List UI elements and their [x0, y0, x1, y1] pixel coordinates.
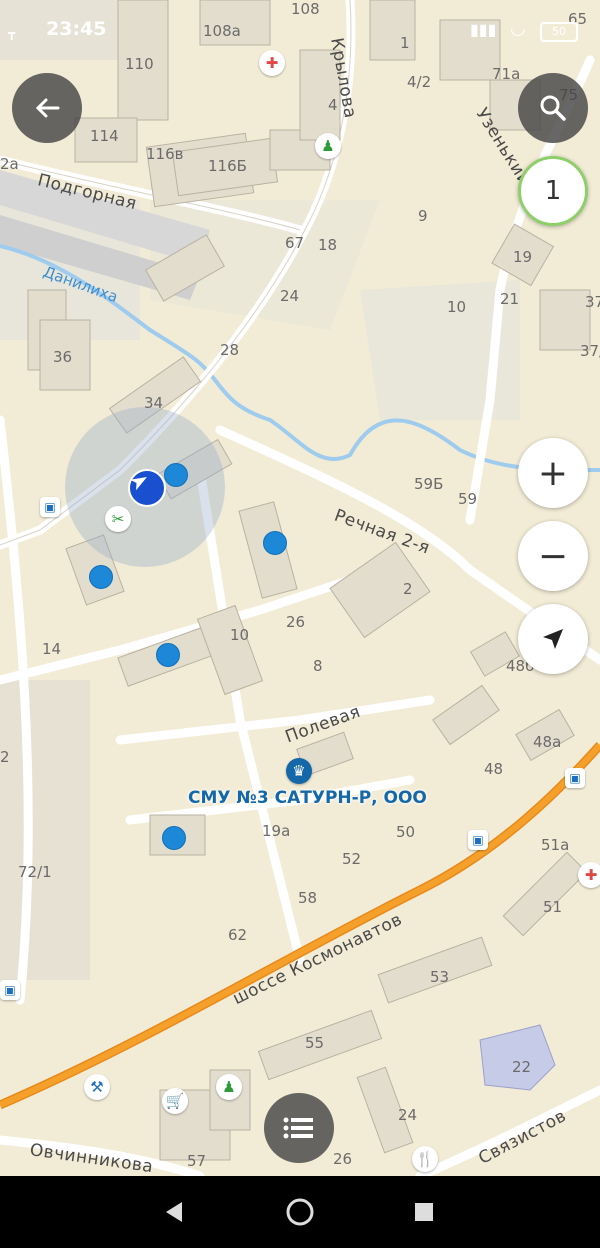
repair-poi-icon[interactable]: ⚒: [84, 1074, 110, 1100]
my-location-button[interactable]: [518, 604, 588, 674]
house-number: 28: [220, 341, 240, 359]
navigation-arrow-icon: [543, 629, 563, 649]
layer-count-badge[interactable]: 1: [518, 156, 588, 226]
search-result-marker[interactable]: [263, 531, 287, 555]
pharmacy-poi-icon[interactable]: ♟: [216, 1074, 242, 1100]
search-result-marker[interactable]: [156, 643, 180, 667]
wifi-icon: ◡: [510, 18, 526, 39]
house-number: 4/2: [407, 73, 432, 91]
status-time: 23:45: [46, 18, 107, 40]
layer-count: 1: [544, 176, 562, 206]
house-number: 67: [285, 234, 305, 252]
shop-poi-icon[interactable]: 🛒: [162, 1088, 188, 1114]
house-number: 51: [543, 898, 563, 916]
list-button[interactable]: [264, 1093, 334, 1163]
zoom-out-button[interactable]: −: [518, 521, 588, 591]
pharmacy-poi-icon[interactable]: ♟: [315, 133, 341, 159]
house-number: 59Б: [414, 475, 444, 493]
restaurant-poi-icon[interactable]: 🍴: [412, 1146, 438, 1172]
back-button[interactable]: [12, 73, 82, 143]
back-nav-icon[interactable]: [166, 1202, 182, 1222]
house-number: 116в: [146, 145, 184, 163]
map-canvas[interactable]: Подгорная Крылова Узенький Речная 2-я По…: [0, 0, 600, 1177]
zoom-in-button[interactable]: +: [518, 438, 588, 508]
house-number: 2: [403, 580, 413, 598]
search-button[interactable]: [518, 73, 588, 143]
house-number: 116Б: [208, 157, 247, 175]
house-number: 14: [42, 640, 62, 658]
signal-icon: ▮▮▮: [470, 20, 497, 39]
house-number: 58: [298, 889, 318, 907]
plus-icon: +: [537, 452, 569, 494]
list-icon: [283, 1117, 313, 1139]
house-number: 26: [286, 613, 306, 631]
recents-nav-icon[interactable]: [415, 1203, 433, 1221]
search-result-marker[interactable]: [89, 565, 113, 589]
bus-stop-icon[interactable]: ▣: [0, 980, 20, 1000]
house-number: 2: [0, 748, 10, 766]
house-number: 19: [513, 248, 533, 266]
status-bar: 23:45 ┳ ▮▮▮ ◡ 50: [0, 0, 600, 62]
bus-stop-icon[interactable]: ▣: [468, 830, 488, 850]
search-icon: [540, 95, 566, 121]
house-number: 71а: [492, 65, 521, 83]
house-number: 24: [398, 1106, 418, 1124]
house-number: 114: [90, 127, 119, 145]
house-number: 53: [430, 968, 450, 986]
house-number: 19а: [262, 822, 291, 840]
bus-stop-icon[interactable]: ▣: [565, 768, 585, 788]
minus-icon: −: [537, 535, 569, 577]
battery-level: 50: [552, 25, 566, 38]
current-location-marker: [128, 469, 166, 507]
home-nav-icon[interactable]: [286, 1198, 314, 1226]
nav-icons: [166, 1198, 433, 1226]
house-number: 59: [458, 490, 478, 508]
selected-place-label[interactable]: СМУ №3 САТУРН-Р, ООО: [188, 788, 427, 808]
company-poi-icon[interactable]: ♛: [286, 758, 312, 784]
house-number: 2а: [0, 155, 19, 173]
medical-poi-icon[interactable]: ✚: [578, 862, 600, 888]
house-number: 10: [230, 626, 250, 644]
battery-icon: 50: [540, 22, 578, 42]
house-number: 37: [585, 293, 600, 311]
barber-poi-icon[interactable]: ✂: [105, 506, 131, 532]
house-number: 48а: [533, 733, 562, 751]
house-number: 8: [313, 657, 323, 675]
house-number: 26: [333, 1150, 353, 1168]
house-number: 4: [328, 96, 338, 114]
house-number: 21: [500, 290, 520, 308]
house-number: 22: [512, 1058, 532, 1076]
house-number: 36: [53, 348, 73, 366]
house-number: 34: [144, 394, 164, 412]
house-number: 50: [396, 823, 416, 841]
house-number: 24: [280, 287, 300, 305]
system-nav-bar: [0, 1176, 600, 1248]
bus-stop-icon[interactable]: ▣: [40, 497, 60, 517]
navigation-arrow-icon: [130, 477, 147, 491]
house-number: 57: [187, 1152, 207, 1170]
house-number: 18: [318, 236, 338, 254]
house-number: 48: [484, 760, 504, 778]
search-result-marker[interactable]: [162, 826, 186, 850]
house-number: 52: [342, 850, 362, 868]
house-number: 37/: [580, 342, 600, 360]
house-number: 72/1: [18, 863, 52, 881]
house-number: 10: [447, 298, 467, 316]
house-number: 55: [305, 1034, 325, 1052]
map-screen: Подгорная Крылова Узенький Речная 2-я По…: [0, 0, 600, 1248]
house-number: 9: [418, 207, 428, 225]
house-number: 62: [228, 926, 248, 944]
search-result-marker[interactable]: [164, 463, 188, 487]
arrow-left-icon: [35, 98, 60, 118]
house-number: 51а: [541, 836, 570, 854]
sim-icon: ┳: [8, 26, 16, 40]
